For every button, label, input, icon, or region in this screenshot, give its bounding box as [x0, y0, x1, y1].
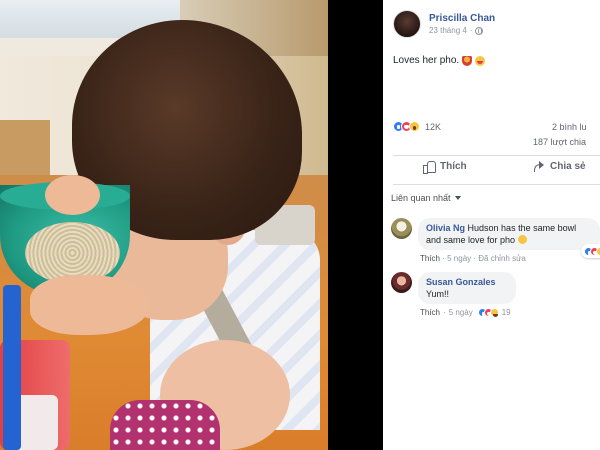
commenter-avatar[interactable]	[391, 272, 412, 293]
comment-item: Susan Gonzales Yum!! Thích · 5 ngày 19	[391, 272, 516, 317]
comment-time[interactable]: 5 ngày	[449, 308, 473, 317]
commenter-name[interactable]: Susan Gonzales	[426, 277, 496, 287]
haha-reaction-icon	[489, 308, 499, 317]
comment-reactions[interactable]: 19	[477, 308, 511, 317]
chevron-down-icon	[454, 196, 461, 200]
comment-bubble: Susan Gonzales Yum!!	[418, 272, 516, 304]
author-name[interactable]: Priscilla Chan	[429, 12, 495, 25]
commenter-avatar[interactable]	[391, 218, 412, 239]
comment-actions: Thích · 5 ngày 19	[420, 308, 511, 317]
commenter-name[interactable]: Olivia Ng	[426, 223, 465, 233]
like-button-label: Thích	[440, 160, 467, 172]
comment-count[interactable]: 2 bình lu	[552, 122, 587, 132]
author-avatar[interactable]	[393, 10, 421, 38]
post-actions: Thích Chia sẻ	[393, 160, 600, 182]
bowl-emoji-icon	[462, 55, 473, 66]
comment-reaction-count: 19	[501, 308, 511, 317]
post-date[interactable]: 23 tháng 4	[429, 25, 467, 37]
comment-time[interactable]: 5 ngày	[447, 254, 471, 263]
post-photo[interactable]	[0, 0, 328, 450]
smile-emoji-icon	[517, 235, 527, 244]
share-count[interactable]: 187 lượt chia	[533, 137, 586, 147]
comment-bubble: Olivia Ng Hudson has the same bowl and s…	[418, 218, 600, 258]
post-caption-text: Loves her pho.	[393, 55, 460, 66]
post-side-panel: Priscilla Chan 23 tháng 4 · Loves her ph…	[383, 0, 600, 450]
comment-filter-label: Liên quan nhất	[391, 193, 451, 203]
photo-viewer: Priscilla Chan 23 tháng 4 · Loves her ph…	[0, 0, 600, 450]
post-header: Priscilla Chan 23 tháng 4 ·	[393, 10, 495, 38]
post-meta: 23 tháng 4 ·	[429, 25, 495, 37]
comment-text: Yum!!	[426, 289, 450, 299]
comment-reactions[interactable]: 32	[581, 244, 600, 258]
comment-like-link[interactable]: Thích	[420, 308, 440, 317]
reaction-count[interactable]: 12K	[425, 122, 441, 132]
like-button[interactable]: Thích	[423, 160, 467, 174]
comment-item: Olivia Ng Hudson has the same bowl and s…	[391, 218, 600, 263]
comment-filter-dropdown[interactable]: Liên quan nhất	[391, 193, 461, 203]
divider	[393, 184, 600, 185]
thumb-up-icon	[423, 160, 436, 174]
share-icon	[533, 160, 545, 172]
wow-reaction-icon	[409, 121, 420, 132]
yum-emoji-icon	[475, 55, 486, 66]
post-caption: Loves her pho.	[393, 55, 486, 66]
divider	[393, 155, 600, 156]
comment-actions: Thích · 5 ngày · Đã chỉnh sửa	[420, 254, 526, 263]
comment-like-link[interactable]: Thích	[420, 254, 440, 263]
wow-reaction-icon	[596, 246, 600, 256]
reaction-summary[interactable]: 12K	[393, 121, 441, 132]
photo-letterbox	[328, 0, 383, 450]
share-button-label: Chia sẻ	[550, 160, 586, 172]
comment-edited[interactable]: Đã chỉnh sửa	[478, 254, 526, 263]
post-stats: 12K 2 bình lu 187 lượt chia	[393, 118, 600, 148]
share-button[interactable]: Chia sẻ	[533, 160, 586, 172]
globe-icon[interactable]	[475, 27, 484, 35]
